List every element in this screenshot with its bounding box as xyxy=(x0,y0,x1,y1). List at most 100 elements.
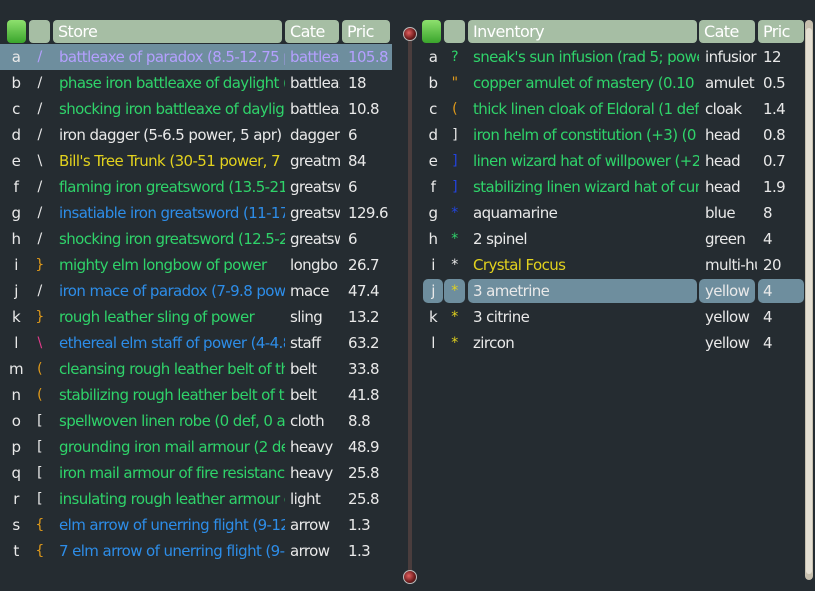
item-category: sling xyxy=(290,308,323,326)
item-letter: e xyxy=(428,152,438,170)
store-name-header[interactable]: Store xyxy=(53,20,282,43)
inventory-item-row[interactable]: h * 2 spinel green 4 xyxy=(421,226,804,252)
item-price: 13.2 xyxy=(348,308,380,326)
item-price: 105.8 xyxy=(348,48,389,66)
item-letter: a xyxy=(428,48,438,66)
item-glyph-icon: ( xyxy=(37,361,42,377)
item-price: 6 xyxy=(348,126,358,144)
item-price: 10.8 xyxy=(348,100,380,118)
item-glyph-icon: * xyxy=(451,231,458,247)
item-letter: q xyxy=(11,464,22,482)
item-letter: k xyxy=(11,308,21,326)
inventory-price-header[interactable]: Pric xyxy=(758,20,804,43)
item-price: 1.3 xyxy=(348,516,371,534)
item-category: arrow xyxy=(290,516,330,534)
item-price: 4 xyxy=(763,308,773,326)
item-name: copper amulet of mastery (0.10 Ch xyxy=(473,74,699,92)
store-glyph-column-header[interactable] xyxy=(29,20,50,43)
scrollbar-thumb[interactable] xyxy=(806,28,812,574)
store-item-row[interactable]: c / shocking iron battleaxe of daylight bat… xyxy=(0,96,392,122)
store-item-row[interactable]: m (cleansing rough leather belt of the bel… xyxy=(0,356,392,382)
item-price: 25.8 xyxy=(348,490,380,508)
item-name: ethereal elm staff of power (4-4.8 p xyxy=(59,334,285,352)
store-item-row[interactable]: k} rough leather sling of power sling 13.2 xyxy=(0,304,392,330)
store-item-row[interactable]: g / insatiable iron greatsword (11-17.6 po… xyxy=(0,200,392,226)
inventory-item-row[interactable]: d] iron helm of constitution (+3) (0 de he… xyxy=(421,122,804,148)
store-price-header[interactable]: Pric xyxy=(342,20,390,43)
item-category: battleaxe xyxy=(290,48,340,66)
store-item-row[interactable]: o [spellwoven linen robe (0 def, 0 arm clo… xyxy=(0,408,392,434)
item-name: mighty elm longbow of power xyxy=(59,256,267,274)
store-item-row[interactable]: b / phase iron battleaxe of daylight (10 ba… xyxy=(0,70,392,96)
store-item-row[interactable]: l \ ethereal elm staff of power (4-4.8 p st… xyxy=(0,330,392,356)
item-name: shocking iron greatsword (12.5-20 po xyxy=(59,230,285,248)
inventory-item-row[interactable]: j * 3 ametrine yellow 4 xyxy=(421,278,804,304)
item-letter: d xyxy=(428,126,439,144)
store-item-row[interactable]: n (stabilizing rough leather belt of th be… xyxy=(0,382,392,408)
item-letter: j xyxy=(14,282,18,300)
item-letter: b xyxy=(428,74,439,92)
store-item-row[interactable]: i} mighty elm longbow of power longbo 26.7 xyxy=(0,252,392,278)
inventory-item-row[interactable]: l * zircon yellow 4 xyxy=(421,330,804,356)
item-category: blue xyxy=(705,204,736,222)
item-letter: g xyxy=(428,204,439,222)
item-glyph-icon: [ xyxy=(37,413,42,429)
store-item-row[interactable]: q [iron mail armour of fire resistance (h… xyxy=(0,460,392,486)
store-item-row[interactable]: f / flaming iron greatsword (13.5-21.6 po g… xyxy=(0,174,392,200)
item-name: aquamarine xyxy=(473,204,558,222)
store-item-row[interactable]: j / iron mace of paradox (7-9.8 power, mace… xyxy=(0,278,392,304)
inventory-item-row[interactable]: k * 3 citrine yellow 4 xyxy=(421,304,804,330)
item-name: zircon xyxy=(473,334,515,352)
store-item-row[interactable]: a / battleaxe of paradox (8.5-12.75 power b… xyxy=(0,44,392,70)
item-letter: d xyxy=(11,126,22,144)
store-item-row[interactable]: e \ Bill's Tree Trunk (30-51 power, 7 apr g… xyxy=(0,148,392,174)
store-item-row[interactable]: h / shocking iron greatsword (12.5-20 po gr… xyxy=(0,226,392,252)
store-item-row[interactable]: p [grounding iron mail armour (2 def heavy… xyxy=(0,434,392,460)
inventory-category-header[interactable]: Cate xyxy=(699,20,755,43)
store-item-row[interactable]: r [insulating rough leather armour of ligh… xyxy=(0,486,392,512)
inventory-item-row[interactable]: e] linen wizard hat of willpower (+2) head… xyxy=(421,148,804,174)
item-name: shocking iron battleaxe of daylight xyxy=(59,100,285,118)
inventory-name-header[interactable]: Inventory xyxy=(468,20,697,43)
store-item-row[interactable]: t {7 elm arrow of unerring flight (9-12 ar… xyxy=(0,538,392,564)
item-letter: o xyxy=(11,412,21,430)
inventory-glyph-column-header[interactable] xyxy=(444,20,465,43)
item-price: 0.7 xyxy=(763,152,786,170)
item-price: 0.8 xyxy=(763,126,786,144)
inventory-sort-button[interactable] xyxy=(422,20,441,43)
panel-splitter[interactable] xyxy=(408,40,412,574)
inventory-item-row[interactable]: a? sneak's sun infusion (rad 5; power infu… xyxy=(421,44,804,70)
item-name: linen wizard hat of willpower (+2) xyxy=(473,152,699,170)
item-glyph-icon: / xyxy=(37,205,42,221)
item-name: rough leather sling of power xyxy=(59,308,255,326)
item-letter: k xyxy=(428,308,438,326)
item-price: 12 xyxy=(763,48,781,66)
item-name: sneak's sun infusion (rad 5; power xyxy=(473,48,699,66)
item-name: elm arrow of unerring flight (9-12.6 xyxy=(59,516,285,534)
item-glyph-icon: / xyxy=(37,75,42,91)
item-category: infusior xyxy=(705,48,757,66)
item-name: Crystal Focus xyxy=(473,256,566,274)
inventory-item-row[interactable]: f] stabilizing linen wizard hat of cun hea… xyxy=(421,174,804,200)
store-item-row[interactable]: s {elm arrow of unerring flight (9-12.6 ar… xyxy=(0,512,392,538)
item-glyph-icon: \ xyxy=(37,153,42,169)
inventory-item-row[interactable]: i * Crystal Focus multi-hu 20 xyxy=(421,252,804,278)
store-category-header[interactable]: Cate xyxy=(285,20,339,43)
inventory-item-row[interactable]: b " copper amulet of mastery (0.10 Ch amule… xyxy=(421,70,804,96)
item-price: 4 xyxy=(763,230,773,248)
item-glyph-icon: / xyxy=(37,127,42,143)
item-glyph-icon: ] xyxy=(452,179,457,195)
item-name: iron helm of constitution (+3) (0 de xyxy=(473,126,699,144)
item-glyph-icon: * xyxy=(451,335,458,351)
inventory-item-row[interactable]: c (thick linen cloak of Eldoral (1 def, (… xyxy=(421,96,804,122)
store-item-row[interactable]: d / iron dagger (5-6.5 power, 5 apr) dagger… xyxy=(0,122,392,148)
item-name: stabilizing linen wizard hat of cun xyxy=(473,178,699,196)
item-price: 20 xyxy=(763,256,781,274)
item-price: 18 xyxy=(348,74,366,92)
inventory-item-row[interactable]: g * aquamarine blue 8 xyxy=(421,200,804,226)
item-letter: p xyxy=(11,438,22,456)
store-sort-button[interactable] xyxy=(7,20,26,43)
item-glyph-icon: ? xyxy=(451,49,458,65)
item-category: greatsw xyxy=(290,178,340,196)
item-category: longbo xyxy=(290,256,338,274)
